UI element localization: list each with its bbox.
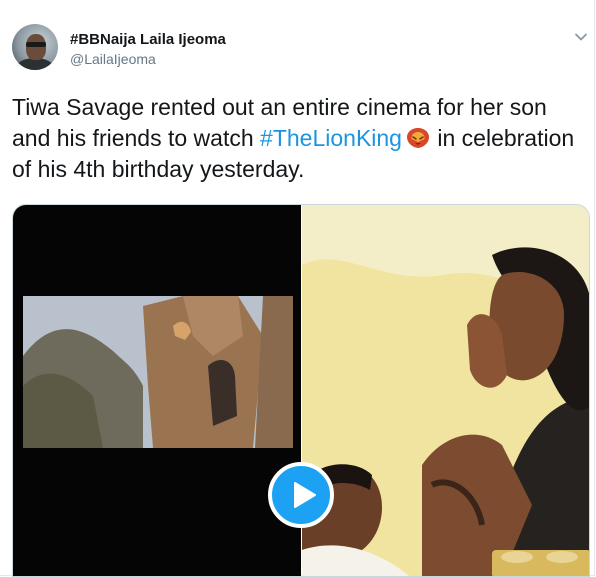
chevron-down-icon[interactable] [574, 30, 588, 44]
cinema-video-pane [13, 205, 301, 576]
play-icon [294, 482, 316, 508]
tweet-text: Tiwa Savage rented out an entire cinema … [12, 92, 588, 185]
hashtag-link[interactable]: #TheLionKing [260, 125, 402, 151]
avatar[interactable] [12, 24, 58, 70]
display-name[interactable]: #BBNaija Laila Ijeoma [70, 31, 226, 48]
user-handle[interactable]: @LailaIjeoma [70, 51, 156, 67]
tweet-card: #BBNaija Laila Ijeoma @LailaIjeoma Tiwa … [0, 0, 595, 577]
photo-pane [302, 205, 589, 576]
cinema-screen-image [23, 296, 293, 448]
avatar-face [26, 34, 46, 60]
video-media[interactable] [12, 204, 590, 577]
avatar-sunglasses [26, 42, 46, 47]
lion-emoji-icon [406, 128, 429, 148]
play-button[interactable] [268, 462, 334, 528]
